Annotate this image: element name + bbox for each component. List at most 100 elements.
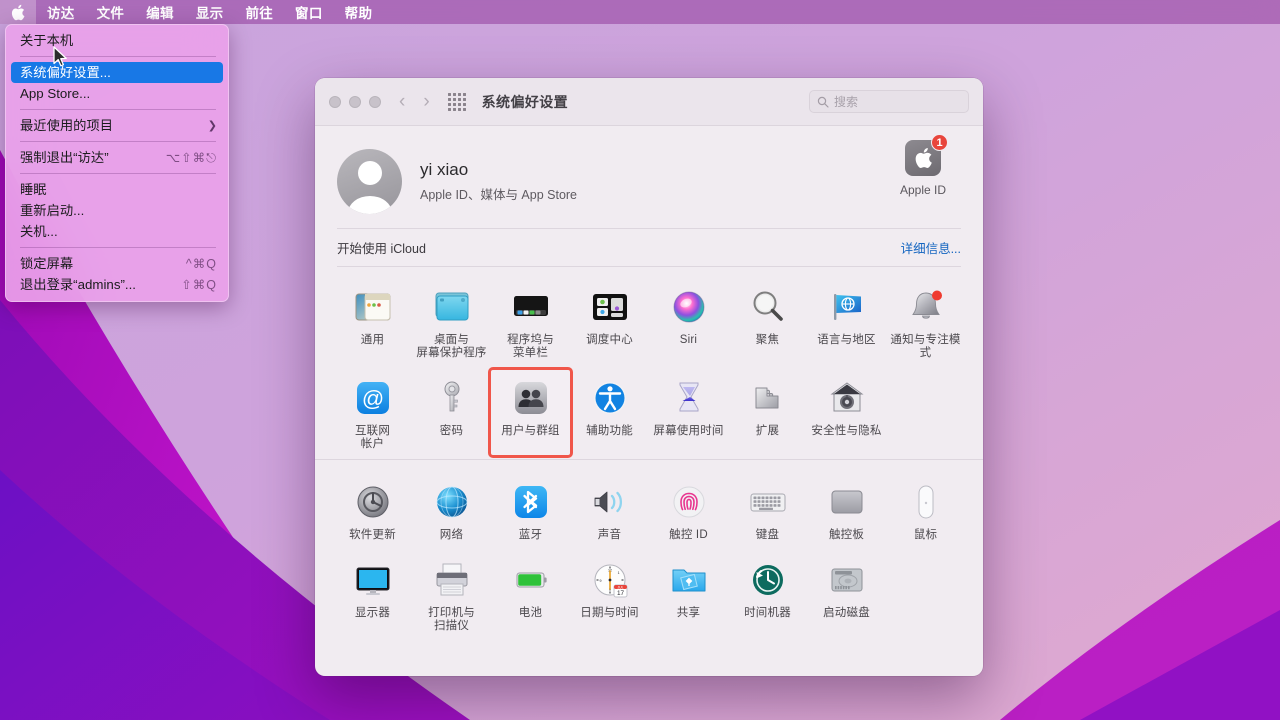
menu-bar-item-2[interactable]: 编辑 xyxy=(135,0,185,24)
apple-id-button[interactable]: 1 Apple ID xyxy=(885,134,961,197)
pref-pane-mission[interactable]: 调度中心 xyxy=(570,279,649,364)
show-all-icon[interactable] xyxy=(447,92,466,111)
menu-bar-item-3[interactable]: 显示 xyxy=(185,0,235,24)
sound-speaker-icon xyxy=(588,480,632,524)
internet-accounts-icon: @ xyxy=(351,376,395,420)
sharing-folder-icon xyxy=(667,558,711,602)
close-button[interactable] xyxy=(329,95,341,108)
pref-pane-users[interactable]: 用户与群组 xyxy=(488,367,573,458)
battery-icon xyxy=(509,558,553,602)
pref-pane-battery[interactable]: 电池 xyxy=(491,552,570,637)
pref-pane-label: 互联网 帐户 xyxy=(354,425,391,450)
minimize-button[interactable] xyxy=(349,95,361,108)
pref-pane-label: 鼠标 xyxy=(913,529,938,541)
pref-pane-extensions[interactable]: 扩展 xyxy=(728,370,807,455)
apple-menu-item[interactable]: 重新启动... xyxy=(6,200,228,221)
pref-pane-label: 触控 ID xyxy=(669,529,708,541)
menu-bar: 访达 文件 编辑 显示 前往 窗口 帮助 xyxy=(0,0,1280,24)
apple-menu-item-label: 系统偏好设置... xyxy=(20,64,111,80)
menu-separator xyxy=(20,109,216,110)
apple-menu-item[interactable]: 睡眠 xyxy=(6,179,228,200)
pref-pane-siri[interactable]: Siri xyxy=(649,279,728,364)
pref-pane-displays[interactable]: 显示器 xyxy=(333,552,412,637)
time-machine-icon xyxy=(746,558,790,602)
avatar xyxy=(337,148,402,214)
pref-pane-label: 扩展 xyxy=(755,425,780,437)
svg-text:JUL: JUL xyxy=(617,586,623,590)
apple-logo-icon[interactable] xyxy=(0,0,36,24)
preferences-section-2: 软件更新网络蓝牙声音触控 ID键盘触控板鼠标显示器打印机与 扫描仪电池12169… xyxy=(315,459,983,641)
pref-pane-printers[interactable]: 打印机与 扫描仪 xyxy=(412,552,491,637)
menu-bar-item-5[interactable]: 窗口 xyxy=(284,0,334,24)
page-title: 系统偏好设置 xyxy=(481,93,569,110)
menu-bar-item-0[interactable]: 访达 xyxy=(36,0,86,24)
screen-time-icon xyxy=(667,376,711,420)
menu-bar-item-1[interactable]: 文件 xyxy=(86,0,136,24)
pref-pane-label: 屏幕使用时间 xyxy=(653,425,724,437)
pref-pane-mouse[interactable]: 鼠标 xyxy=(886,474,965,546)
apple-menu-item[interactable]: 关机... xyxy=(6,221,228,242)
apple-menu-item[interactable]: 系统偏好设置... xyxy=(11,62,223,83)
chevron-right-icon: ❯ xyxy=(207,120,217,132)
icloud-more-link[interactable]: 详细信息... xyxy=(901,238,961,257)
pref-pane-label: 用户与群组 xyxy=(501,425,560,437)
menu-bar-item-4[interactable]: 前往 xyxy=(234,0,284,24)
pref-pane-label: 打印机与 扫描仪 xyxy=(428,607,475,632)
apple-menu-item[interactable]: App Store... xyxy=(6,83,228,104)
date-time-icon: 12169JUL17 xyxy=(588,558,632,602)
pref-pane-desktop[interactable]: 桌面与 屏幕保护程序 xyxy=(412,279,491,364)
mission-control-icon xyxy=(588,285,632,329)
pref-pane-label: Siri xyxy=(679,334,698,346)
menu-bar-item-6[interactable]: 帮助 xyxy=(334,0,384,24)
pref-pane-dock[interactable]: 程序坞与 菜单栏 xyxy=(491,279,570,364)
pref-pane-passwords[interactable]: 密码 xyxy=(412,370,491,455)
icloud-banner: 开始使用 iCloud 详细信息... xyxy=(337,228,961,267)
pref-pane-accessibility[interactable]: 辅助功能 xyxy=(570,370,649,455)
pref-pane-general[interactable]: 通用 xyxy=(333,279,412,364)
pref-pane-label: 聚焦 xyxy=(755,334,780,346)
pref-pane-security[interactable]: 安全性与隐私 xyxy=(807,370,886,455)
pref-pane-keyboard[interactable]: 键盘 xyxy=(728,474,807,546)
pref-pane-trackpad[interactable]: 触控板 xyxy=(807,474,886,546)
pref-pane-softwareupdate[interactable]: 软件更新 xyxy=(333,474,412,546)
pref-pane-touchid[interactable]: 触控 ID xyxy=(649,474,728,546)
navigation-arrows: ‹ › xyxy=(399,92,430,111)
printers-scanners-icon xyxy=(430,558,474,602)
pref-pane-spotlight[interactable]: 聚焦 xyxy=(728,279,807,364)
apple-id-label: Apple ID xyxy=(899,183,947,197)
dock-menubar-icon xyxy=(509,285,553,329)
pref-pane-network[interactable]: 网络 xyxy=(412,474,491,546)
apple-menu-item-label: 关于本机 xyxy=(20,32,74,48)
zoom-button[interactable] xyxy=(369,95,381,108)
pref-pane-language[interactable]: 语言与地区 xyxy=(807,279,886,364)
apple-menu-item[interactable]: 退出登录“admins”... ⇧⌘Q xyxy=(6,274,228,295)
pref-pane-label: 程序坞与 菜单栏 xyxy=(507,334,554,359)
notifications-focus-icon xyxy=(904,285,948,329)
pref-pane-screentime[interactable]: 屏幕使用时间 xyxy=(649,370,728,455)
pref-pane-bluetooth[interactable]: 蓝牙 xyxy=(491,474,570,546)
displays-icon xyxy=(351,558,395,602)
back-button[interactable]: ‹ xyxy=(399,92,405,111)
pref-pane-startupdisk[interactable]: 启动磁盘 xyxy=(807,552,886,637)
users-groups-icon xyxy=(509,376,553,420)
pref-pane-sharing[interactable]: 共享 xyxy=(649,552,728,637)
pref-pane-internet[interactable]: @ 互联网 帐户 xyxy=(333,370,412,455)
pref-pane-timemachine[interactable]: 时间机器 xyxy=(728,552,807,637)
search-input[interactable]: 搜索 xyxy=(809,90,969,113)
apple-menu-item[interactable]: 强制退出“访达” ⌥⇧⌘⎋ xyxy=(6,147,228,168)
forward-button[interactable]: › xyxy=(423,92,429,111)
apple-menu-item-label: 关机... xyxy=(20,223,58,239)
pref-pane-sound[interactable]: 声音 xyxy=(570,474,649,546)
pref-pane-label: 网络 xyxy=(439,529,464,541)
apple-menu-item[interactable]: 关于本机 xyxy=(6,30,228,51)
apple-id-banner[interactable]: yi xiao Apple ID、媒体与 App Store 1 Apple I… xyxy=(315,126,983,220)
pref-pane-label: 共享 xyxy=(676,607,701,619)
pref-pane-notifications[interactable]: 通知与专注模式 xyxy=(886,279,965,364)
accessibility-icon xyxy=(588,376,632,420)
pref-pane-datetime[interactable]: 12169JUL17日期与时间 xyxy=(570,552,649,637)
general-icon xyxy=(351,285,395,329)
search-placeholder: 搜索 xyxy=(834,95,859,109)
pref-pane-label: 调度中心 xyxy=(586,334,633,346)
apple-menu-item[interactable]: 锁定屏幕 ^⌘Q xyxy=(6,253,228,274)
apple-menu-item[interactable]: 最近使用的项目 ❯ xyxy=(6,115,228,136)
